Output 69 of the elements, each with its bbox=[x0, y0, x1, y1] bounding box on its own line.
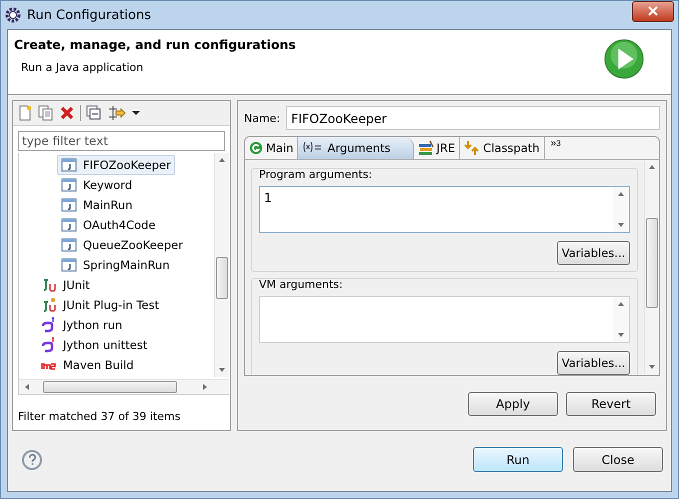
dropdown-caret-icon[interactable] bbox=[132, 109, 140, 117]
scroll-down-icon bbox=[617, 331, 625, 339]
tree-item[interactable]: SpringMainRun bbox=[57, 255, 174, 275]
tree-item[interactable]: FIFOZooKeeper bbox=[57, 155, 175, 175]
python-icon bbox=[41, 317, 57, 333]
arrows-icon bbox=[464, 140, 480, 156]
run-icon bbox=[603, 38, 645, 80]
tree-item[interactable]: QueueZooKeeper bbox=[57, 235, 187, 255]
java-file-icon bbox=[61, 177, 77, 193]
java-file-icon bbox=[61, 197, 77, 213]
scroll-down-icon bbox=[648, 363, 656, 371]
variables-button[interactable]: Variables... bbox=[557, 351, 630, 375]
java-file-icon bbox=[61, 257, 77, 273]
dialog-heading: Create, manage, and run configurations bbox=[14, 37, 297, 52]
help-icon[interactable] bbox=[22, 450, 42, 470]
scrollbar[interactable] bbox=[19, 379, 229, 394]
scroll-up-icon bbox=[617, 300, 625, 308]
tree-item[interactable]: MainRun bbox=[57, 195, 137, 215]
tab[interactable]: Arguments bbox=[298, 137, 414, 159]
window-title: Run Configurations bbox=[27, 8, 151, 22]
tree-item[interactable]: JUnit bbox=[37, 275, 94, 295]
scroll-thumb[interactable] bbox=[646, 218, 658, 308]
name-label: Name: bbox=[244, 112, 280, 124]
tree-item[interactable]: Jython unittest bbox=[37, 335, 152, 355]
action-button[interactable]: Apply bbox=[468, 392, 558, 416]
tree-item[interactable]: OAuth4Code bbox=[57, 215, 160, 235]
tree-item[interactable]: Maven Build bbox=[37, 355, 138, 375]
dialog-button[interactable]: Close bbox=[573, 447, 663, 472]
scroll-down-icon bbox=[617, 221, 625, 229]
new-file-icon[interactable] bbox=[17, 105, 33, 121]
delete-icon[interactable] bbox=[59, 105, 75, 121]
junit-icon bbox=[41, 277, 57, 293]
tree-item[interactable]: JUnit Plug-in Test bbox=[37, 295, 164, 315]
tab[interactable]: Classpath bbox=[460, 137, 545, 159]
scroll-up-icon bbox=[218, 156, 226, 164]
python-icon bbox=[41, 337, 57, 353]
copy-icon[interactable] bbox=[38, 105, 54, 121]
scrollbar[interactable] bbox=[214, 153, 229, 377]
scroll-thumb[interactable] bbox=[43, 381, 177, 393]
action-button[interactable]: Revert bbox=[566, 392, 656, 416]
tree-item[interactable]: Keyword bbox=[57, 175, 136, 195]
gear-icon bbox=[5, 7, 21, 23]
scroll-thumb[interactable] bbox=[216, 257, 228, 299]
group-label: Program arguments: bbox=[259, 168, 374, 181]
filter-icon[interactable] bbox=[107, 105, 127, 121]
scroll-up-icon bbox=[617, 190, 625, 198]
dialog-message: Run a Java application bbox=[21, 61, 144, 74]
scroll-left-icon bbox=[23, 383, 31, 391]
tab[interactable]: JRE bbox=[414, 137, 460, 159]
scrollbar[interactable] bbox=[644, 160, 659, 374]
books-icon bbox=[418, 140, 434, 156]
junit-plugin-icon bbox=[41, 297, 57, 313]
close-button[interactable] bbox=[632, 0, 674, 22]
collapse-icon[interactable] bbox=[86, 105, 102, 121]
java-file-icon bbox=[61, 217, 77, 233]
close-icon bbox=[648, 6, 658, 16]
group-label: VM arguments: bbox=[259, 278, 344, 291]
java-file-icon bbox=[61, 157, 77, 173]
variables-button[interactable]: Variables... bbox=[557, 241, 630, 265]
tree-item[interactable]: Jython run bbox=[37, 315, 126, 335]
scroll-down-icon bbox=[218, 366, 226, 374]
scroll-right-icon bbox=[201, 383, 209, 391]
dialog-button[interactable]: Run bbox=[473, 447, 563, 472]
scroll-up-icon bbox=[648, 163, 656, 171]
text-area[interactable]: 1 bbox=[259, 186, 630, 233]
java-file-icon bbox=[61, 237, 77, 253]
status-text: Filter matched 37 of 39 items bbox=[18, 410, 182, 423]
name-field[interactable]: FIFOZooKeeper bbox=[286, 106, 660, 130]
filter-field[interactable]: type filter text bbox=[18, 131, 225, 151]
